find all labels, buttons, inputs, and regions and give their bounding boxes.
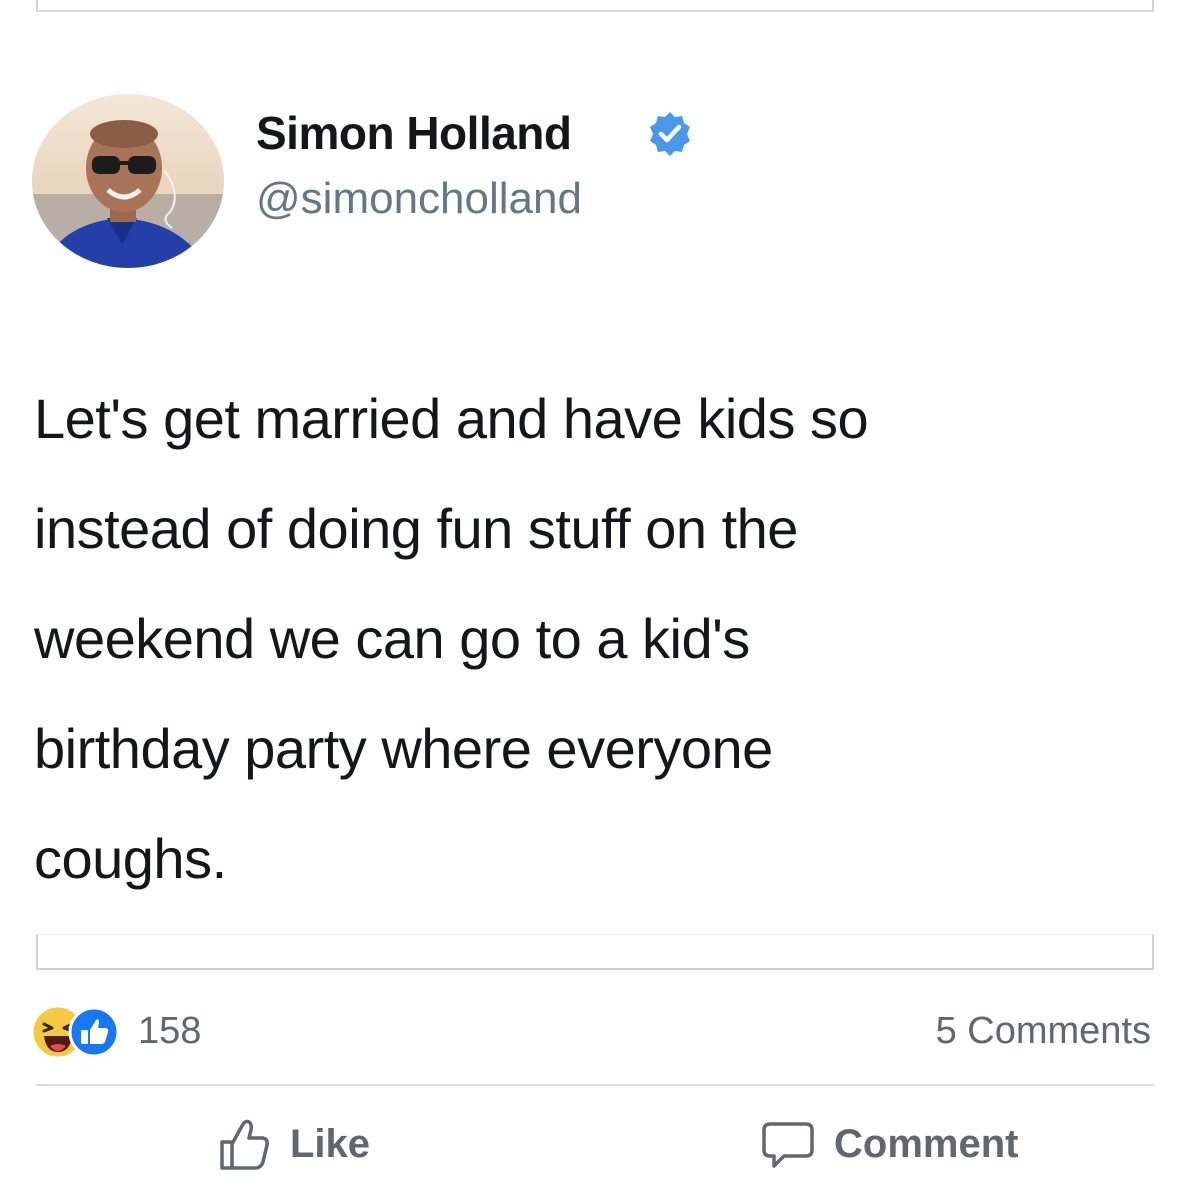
embedded-image-frame-top: [36, 0, 1154, 12]
like-button[interactable]: Like: [214, 1112, 370, 1176]
user-handle[interactable]: @simoncholland: [256, 174, 582, 224]
tweet-text: Let's get married and have kids so inste…: [34, 387, 869, 890]
comment-label: Comment: [834, 1121, 1019, 1166]
reaction-summary[interactable]: 158: [30, 1004, 250, 1060]
thumbs-up-icon: [214, 1114, 274, 1174]
embedded-image-frame-bottom: [36, 934, 1154, 970]
reaction-count: 158: [138, 1010, 202, 1052]
facebook-post: Simon Holland @simoncholland Let's get m…: [0, 0, 1187, 1200]
comment-button[interactable]: Comment: [758, 1112, 1018, 1176]
verified-badge-icon: [646, 110, 694, 158]
divider: [36, 1084, 1154, 1086]
comments-count-link[interactable]: 5 Comments: [936, 1010, 1151, 1053]
display-name[interactable]: Simon Holland: [256, 106, 572, 160]
like-reaction-icon: [68, 1006, 120, 1058]
avatar[interactable]: [32, 94, 224, 268]
like-label: Like: [290, 1121, 371, 1166]
comment-bubble-icon: [758, 1114, 818, 1174]
